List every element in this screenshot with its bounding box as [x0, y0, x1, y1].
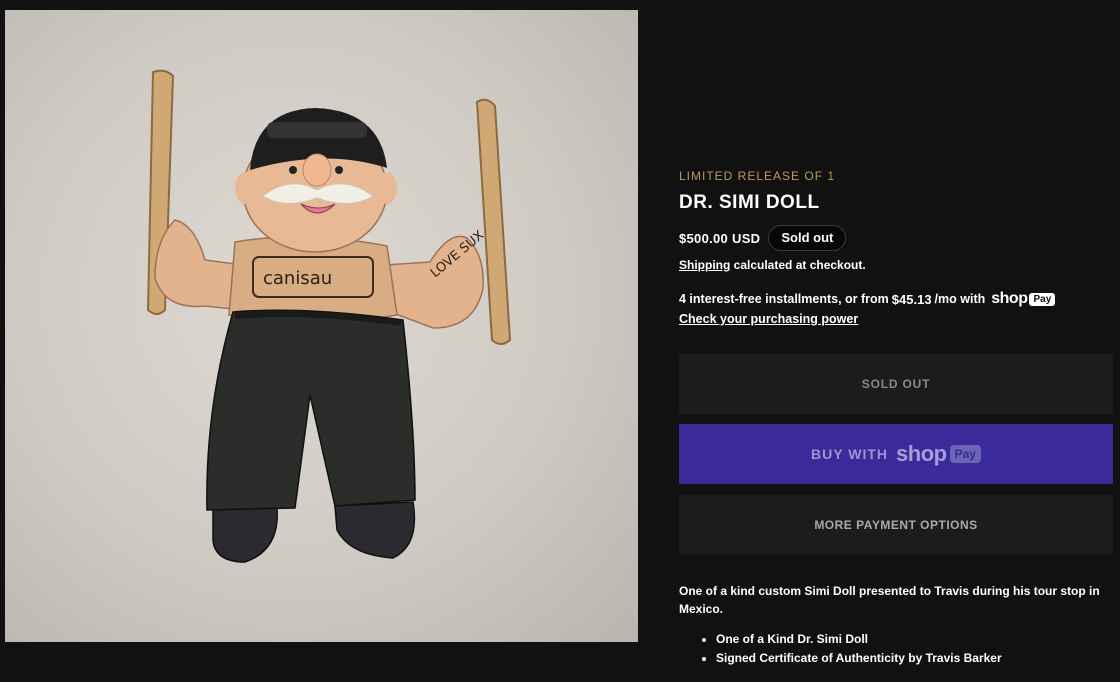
- buy-with-shop-pay-button[interactable]: BUY WITH shop Pay: [679, 424, 1113, 484]
- sold-out-badge: Sold out: [768, 225, 847, 251]
- shop-pay-logo: shop: [991, 290, 1028, 307]
- product-image[interactable]: canisau LOVE SUX: [5, 10, 638, 642]
- feature-item: Signed Certificate of Authenticity by Tr…: [716, 649, 1113, 668]
- installments-banner: 4 interest-free installments, or from $4…: [679, 290, 1113, 308]
- shipping-note-text: calculated at checkout.: [730, 258, 866, 272]
- shipping-note: Shipping calculated at checkout.: [679, 258, 1113, 272]
- shop-logo-icon: shop: [896, 441, 947, 466]
- installments-prefix: 4 interest-free installments, or from: [679, 292, 889, 306]
- buy-with-label: BUY WITH: [811, 446, 889, 462]
- product-description: One of a kind custom Simi Doll presented…: [679, 584, 1100, 616]
- shipping-link[interactable]: Shipping: [679, 258, 730, 272]
- feature-item: One of a Kind Dr. Simi Doll: [716, 630, 1113, 649]
- product-price: $500.00 USD: [679, 230, 761, 246]
- check-purchasing-power-link[interactable]: Check your purchasing power: [679, 312, 1113, 326]
- shop-pay-chip: Pay: [1029, 292, 1056, 306]
- product-features-list: One of a Kind Dr. Simi Doll Signed Certi…: [679, 630, 1113, 668]
- more-payment-options-button[interactable]: MORE PAYMENT OPTIONS: [679, 495, 1113, 555]
- doll-shirt-text: canisau: [263, 268, 332, 289]
- pay-chip-icon: Pay: [949, 445, 981, 463]
- installments-suffix: /mo with: [934, 292, 986, 306]
- price-row: $500.00 USD Sold out: [679, 225, 1113, 251]
- product-title: DR. SIMI DOLL: [679, 192, 820, 213]
- installments-amount: $45.13: [891, 291, 932, 307]
- doll-illustration: canisau LOVE SUX: [146, 69, 512, 563]
- product-info: LIMITED RELEASE OF 1 DR. SIMI DOLL $500.…: [679, 168, 1113, 668]
- product-vendor: LIMITED RELEASE OF 1: [679, 169, 836, 183]
- sold-out-button[interactable]: SOLD OUT: [679, 354, 1113, 414]
